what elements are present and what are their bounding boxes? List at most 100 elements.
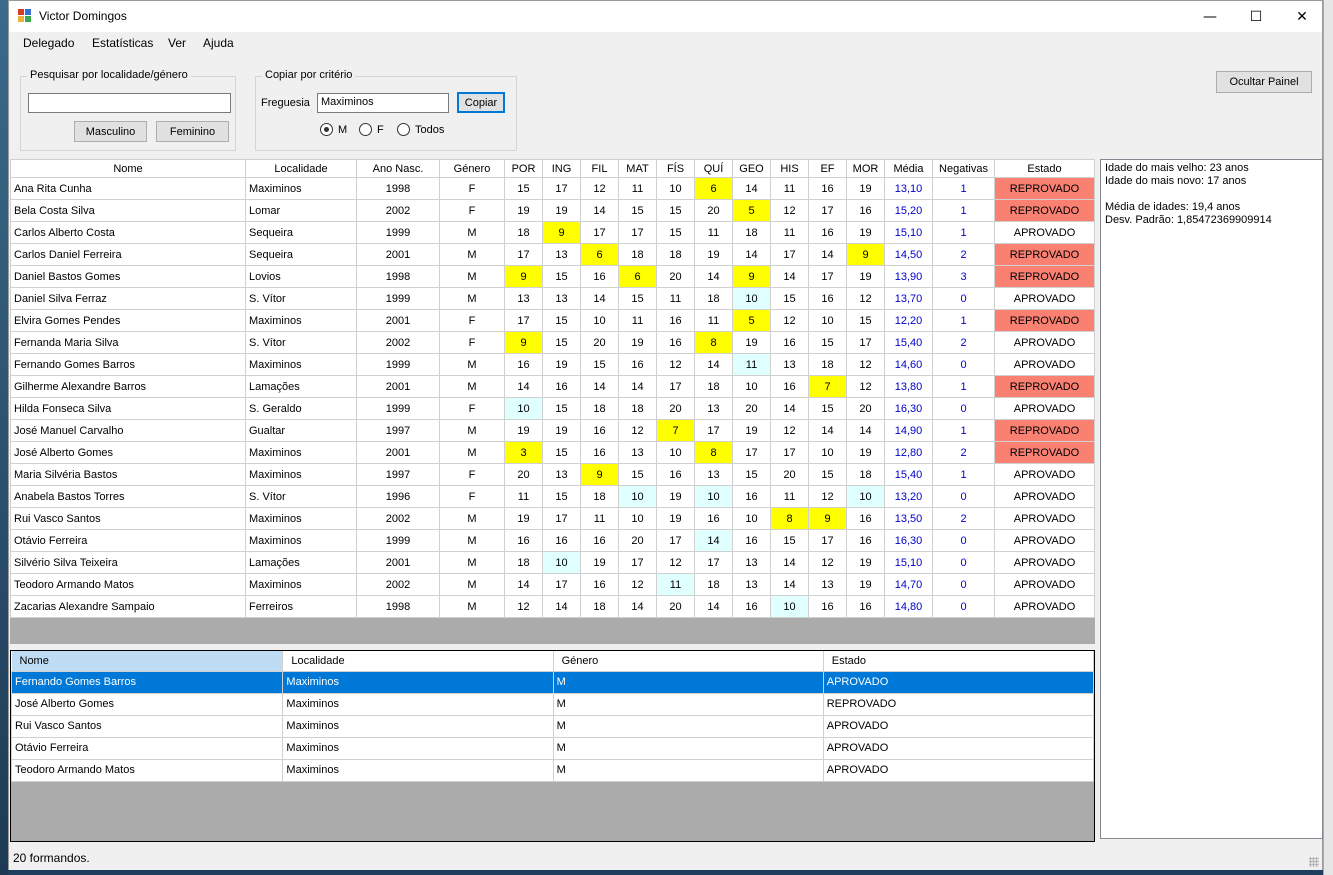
cell-nota[interactable]: 17 — [694, 419, 733, 442]
maximize-button[interactable]: ☐ — [1233, 1, 1279, 32]
column-header-mat[interactable]: MAT — [618, 159, 657, 178]
cell-nota[interactable]: 18 — [694, 573, 733, 596]
cell-nota[interactable]: 9 — [542, 221, 581, 244]
cell-nome[interactable]: Ana Rita Cunha — [10, 177, 246, 200]
cell-ano[interactable]: 1999 — [356, 353, 440, 376]
cell-localidade[interactable]: S. Vítor — [245, 287, 357, 310]
cell-nota[interactable]: 16 — [808, 221, 847, 244]
column-header-ing[interactable]: ING — [542, 159, 581, 178]
cell-nota[interactable]: 16 — [732, 595, 771, 618]
cell-nome[interactable]: Bela Costa Silva — [10, 199, 246, 222]
cell-ano[interactable]: 2002 — [356, 331, 440, 354]
cell-media[interactable]: 15,40 — [884, 463, 933, 486]
feminino-button[interactable]: Feminino — [156, 121, 229, 142]
cell-nota[interactable]: 16 — [846, 595, 885, 618]
cell-negativas[interactable]: 1 — [932, 199, 995, 222]
cell-nota[interactable]: 3 — [504, 441, 543, 464]
cell-nota[interactable]: 19 — [732, 331, 771, 354]
cell-localidade[interactable]: Maximinos — [245, 463, 357, 486]
cell-nota[interactable]: 18 — [504, 221, 543, 244]
table-row[interactable]: Daniel Bastos Gomes Lovios 1998 M 9 15 16 6 20 14… — [10, 265, 1095, 288]
table-row[interactable]: Fernando Gomes Barros Maximinos 1999 M 16 19 1… — [10, 353, 1095, 376]
cell-negativas[interactable]: 0 — [932, 595, 995, 618]
cell-nota[interactable]: 14 — [694, 529, 733, 552]
cell-localidade[interactable]: Maximinos — [245, 177, 357, 200]
cell-ano[interactable]: 1999 — [356, 221, 440, 244]
cell-estado[interactable]: APROVADO — [994, 595, 1095, 618]
cell-nota[interactable]: 15 — [542, 485, 581, 508]
cell-nota[interactable]: 10 — [618, 485, 657, 508]
cell-nota[interactable]: 12 — [656, 353, 695, 376]
table-row[interactable]: Elvira Gomes Pendes Maximinos 2001 F 17 15 10 1… — [10, 309, 1095, 332]
cell-genero[interactable]: F — [439, 397, 505, 420]
cell-negativas[interactable]: 0 — [932, 573, 995, 596]
cell-genero[interactable]: M — [439, 551, 505, 574]
cell-media[interactable]: 16,30 — [884, 397, 933, 420]
cell-nota[interactable]: 16 — [656, 331, 695, 354]
cell-nota[interactable]: 15 — [808, 463, 847, 486]
table-row[interactable]: José Alberto Gomes Maximinos 2001 M 3 15 16 13 1… — [10, 441, 1095, 464]
table-row[interactable]: Otávio Ferreira Maximinos 1999 M 16 16 16 20 17 1… — [10, 529, 1095, 552]
cell-nota[interactable]: 9 — [732, 265, 771, 288]
column-header-ano-nasc[interactable]: Ano Nasc. — [356, 159, 440, 178]
table-row[interactable]: Bela Costa Silva Lomar 2002 F 19 19 14 15 15 20 5 1… — [10, 199, 1095, 222]
cell-estado[interactable]: REPROVADO — [994, 375, 1095, 398]
cell-nota[interactable]: 14 — [808, 419, 847, 442]
cell-estado[interactable]: REPROVADO — [994, 177, 1095, 200]
copiar-button[interactable]: Copiar — [457, 92, 505, 113]
cell-nome[interactable]: Carlos Daniel Ferreira — [10, 243, 246, 266]
cell-nota[interactable]: 17 — [732, 441, 771, 464]
cell-genero[interactable]: M — [439, 595, 505, 618]
copied-column-header-genero[interactable]: Género — [553, 651, 824, 672]
copied-cell-genero[interactable]: M — [552, 736, 824, 760]
cell-nota[interactable]: 20 — [618, 529, 657, 552]
cell-nota[interactable]: 20 — [656, 265, 695, 288]
cell-ano[interactable]: 1999 — [356, 287, 440, 310]
cell-ano[interactable]: 1998 — [356, 595, 440, 618]
cell-nota[interactable]: 11 — [694, 309, 733, 332]
column-header-geo[interactable]: GEO — [732, 159, 771, 178]
cell-nota[interactable]: 16 — [580, 529, 619, 552]
cell-nota[interactable]: 16 — [732, 529, 771, 552]
cell-nota[interactable]: 20 — [656, 595, 695, 618]
cell-nota[interactable]: 16 — [656, 463, 695, 486]
cell-nota[interactable]: 16 — [808, 287, 847, 310]
cell-ano[interactable]: 2002 — [356, 573, 440, 596]
cell-negativas[interactable]: 0 — [932, 287, 995, 310]
cell-ano[interactable]: 1999 — [356, 397, 440, 420]
cell-nota[interactable]: 10 — [808, 441, 847, 464]
cell-nota[interactable]: 20 — [504, 463, 543, 486]
table-row[interactable]: José Manuel Carvalho Gualtar 1997 M 19 19 16 12… — [10, 419, 1095, 442]
cell-nota[interactable]: 14 — [618, 595, 657, 618]
cell-nota[interactable]: 7 — [808, 375, 847, 398]
table-row[interactable]: Maria Silvéria Bastos Maximinos 1997 F 20 13 9… — [10, 463, 1095, 486]
cell-genero[interactable]: F — [439, 463, 505, 486]
cell-nota[interactable]: 18 — [580, 485, 619, 508]
cell-nome[interactable]: Rui Vasco Santos — [10, 507, 246, 530]
cell-nota[interactable]: 12 — [808, 551, 847, 574]
masculino-button[interactable]: Masculino — [74, 121, 147, 142]
cell-nota[interactable]: 13 — [770, 353, 809, 376]
cell-nota[interactable]: 20 — [732, 397, 771, 420]
cell-nota[interactable]: 11 — [504, 485, 543, 508]
cell-nota[interactable]: 20 — [656, 397, 695, 420]
cell-genero[interactable]: M — [439, 353, 505, 376]
cell-media[interactable]: 14,90 — [884, 419, 933, 442]
cell-nota[interactable]: 17 — [770, 441, 809, 464]
table-row[interactable]: Teodoro Armando Matos Maximinos 2002 M 14 17 1… — [10, 573, 1095, 596]
cell-nota[interactable]: 6 — [618, 265, 657, 288]
cell-nome[interactable]: José Alberto Gomes — [10, 441, 246, 464]
table-row[interactable]: Carlos Daniel Ferreira Sequeira 2001 M 17 13 6… — [10, 243, 1095, 266]
minimize-button[interactable]: — — [1187, 1, 1233, 32]
table-row[interactable]: Anabela Bastos Torres S. Vítor 1996 F 11 15 18… — [10, 485, 1095, 508]
cell-estado[interactable]: APROVADO — [994, 331, 1095, 354]
cell-ano[interactable]: 1997 — [356, 463, 440, 486]
cell-nota[interactable]: 15 — [542, 331, 581, 354]
cell-nota[interactable]: 20 — [770, 463, 809, 486]
cell-media[interactable]: 13,90 — [884, 265, 933, 288]
search-input[interactable] — [28, 93, 231, 113]
cell-localidade[interactable]: S. Vítor — [245, 485, 357, 508]
cell-nota[interactable]: 15 — [618, 287, 657, 310]
cell-nota[interactable]: 12 — [770, 199, 809, 222]
cell-nota[interactable]: 15 — [808, 397, 847, 420]
